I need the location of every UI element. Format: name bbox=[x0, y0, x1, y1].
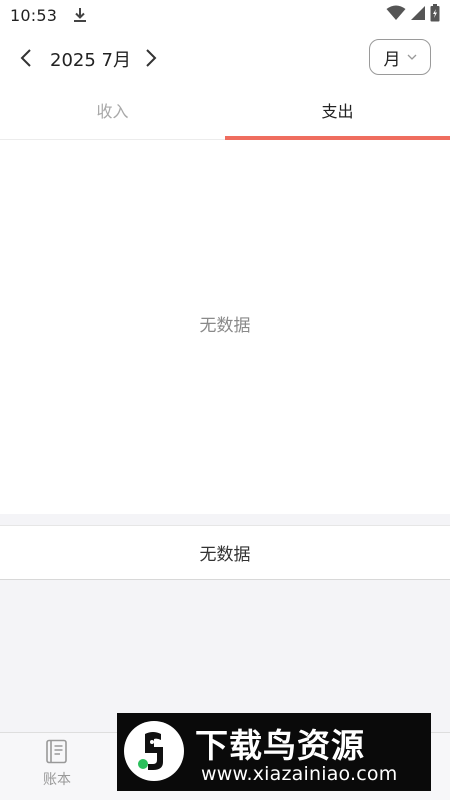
list-empty-text: 无数据 bbox=[199, 545, 251, 565]
chart-area: 无数据 bbox=[0, 140, 450, 514]
watermark: 下载鸟资源 www.xiazainiao.com bbox=[117, 713, 431, 791]
tab-expense[interactable]: 支出 bbox=[225, 88, 450, 140]
list-empty-row: 无数据 bbox=[0, 525, 450, 580]
watermark-url: www.xiazainiao.com bbox=[201, 763, 398, 785]
chevron-down-icon bbox=[407, 54, 416, 60]
watermark-title: 下载鸟资源 bbox=[195, 726, 365, 765]
period-select-value: 月 bbox=[383, 49, 401, 70]
type-tabs: 收入 支出 bbox=[0, 88, 450, 140]
bottom-nav-item-books-label: 账本 bbox=[43, 772, 71, 788]
tab-expense-label: 支出 bbox=[321, 102, 354, 121]
month-label: 2025 7月 bbox=[50, 50, 131, 71]
previous-month-button[interactable] bbox=[14, 44, 38, 72]
status-time: 10:53 bbox=[10, 5, 58, 25]
period-select[interactable]: 月 bbox=[369, 39, 431, 75]
chevron-left-icon bbox=[20, 49, 31, 67]
tab-income[interactable]: 收入 bbox=[0, 88, 225, 139]
book-icon bbox=[46, 739, 67, 764]
chart-empty-text: 无数据 bbox=[199, 315, 251, 336]
next-month-button[interactable] bbox=[139, 44, 163, 72]
chevron-right-icon bbox=[146, 49, 157, 67]
tab-income-label: 收入 bbox=[96, 102, 129, 121]
wifi-icon bbox=[386, 5, 406, 25]
status-bar: 10:53 bbox=[0, 0, 450, 30]
watermark-logo bbox=[123, 720, 185, 782]
status-icons bbox=[386, 4, 440, 26]
battery-icon bbox=[430, 4, 440, 26]
signal-icon bbox=[410, 5, 426, 25]
download-icon bbox=[73, 7, 87, 23]
bottom-nav-item-books[interactable]: 账本 bbox=[30, 739, 84, 797]
header: 2025 7月 月 bbox=[0, 36, 450, 80]
